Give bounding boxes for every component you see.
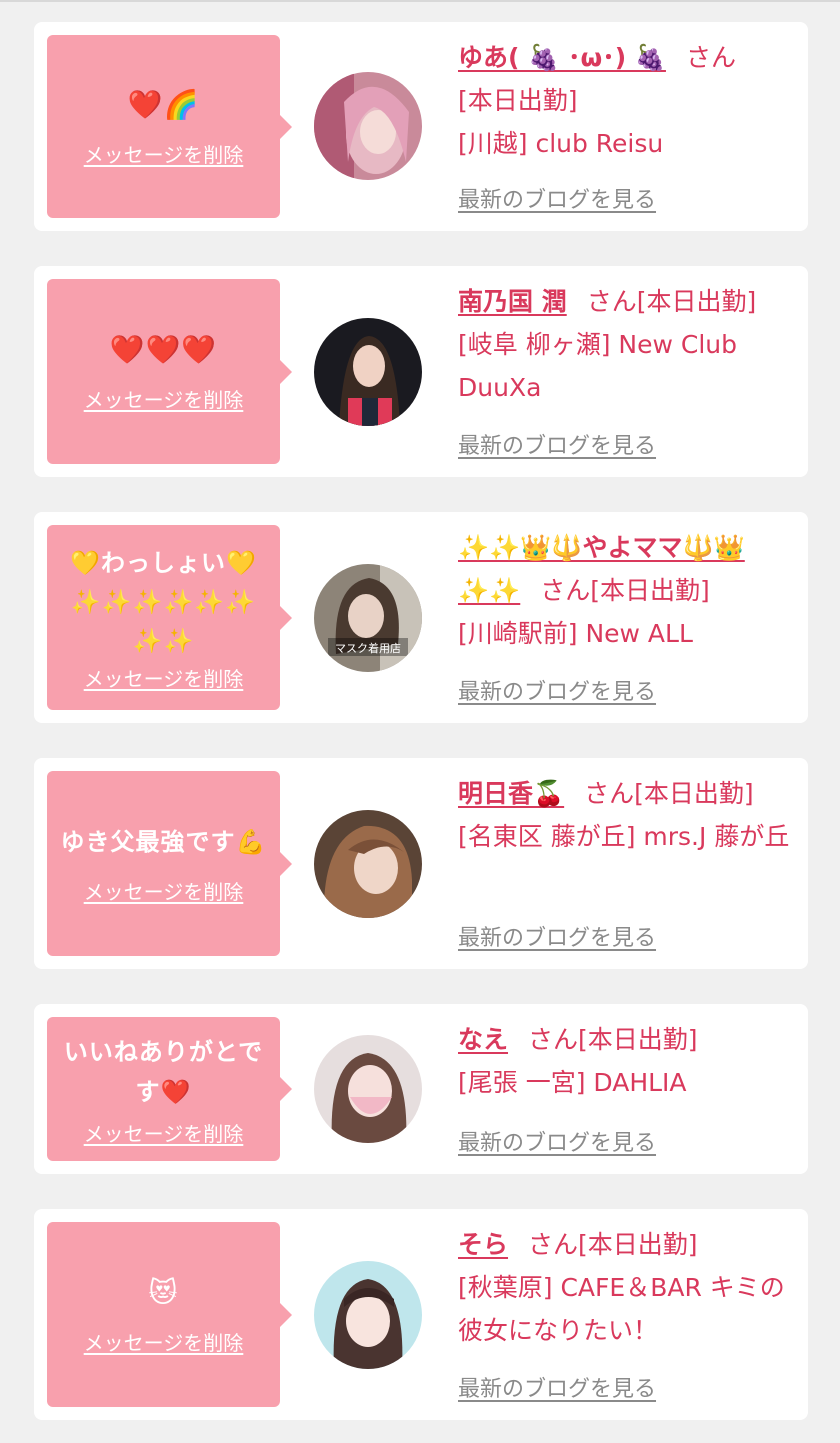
- blog-link[interactable]: 最新のブログを見る: [458, 182, 656, 214]
- list-item: 💛わっしょい💛✨✨✨✨✨✨✨✨ メッセージを削除 マスク着用店 ✨✨👑🔱やよママ…: [34, 512, 808, 723]
- honorific: さん: [528, 1230, 579, 1259]
- message-text: 💛わっしょい💛✨✨✨✨✨✨✨✨: [70, 548, 257, 655]
- blog-link[interactable]: 最新のブログを見る: [458, 428, 656, 460]
- profile-info: そら さん[本日出勤] [秋葉原] CAFE＆BAR キミの彼女になりたい！: [458, 1223, 798, 1352]
- message-text: 😻: [148, 1276, 179, 1309]
- avatar-photo-icon: [314, 72, 422, 180]
- shop-text: [秋葉原] CAFE＆BAR キミの彼女になりたい！: [458, 1273, 785, 1345]
- status-badge: [本日出勤]: [458, 86, 578, 115]
- status-badge: [本日出勤]: [590, 576, 710, 605]
- blog-link[interactable]: 最新のブログを見る: [458, 674, 656, 706]
- blog-link[interactable]: 最新のブログを見る: [458, 1371, 656, 1403]
- status-badge: [本日出勤]: [578, 1230, 698, 1259]
- profile-name-link[interactable]: そら: [458, 1230, 508, 1259]
- list-item: ゆき父最強です💪 メッセージを削除 明日香🍒 さん[本日出勤] [名東区 藤が丘]…: [34, 758, 808, 969]
- message-text: ❤️❤️❤️: [109, 333, 218, 366]
- shop-text: [尾張 一宮] DAHLIA: [458, 1068, 687, 1097]
- avatar[interactable]: [314, 1035, 422, 1143]
- shop-text: [川越] club Reisu: [458, 129, 664, 158]
- honorific: さん: [584, 779, 635, 808]
- message-list: ❤️🌈 メッセージを削除 ゆあ( 🍇 ･ω･) 🍇 さん [本日出勤] [川越] …: [34, 22, 808, 1443]
- delete-message-button[interactable]: メッセージを削除: [84, 663, 244, 692]
- avatar-photo-icon: [314, 1035, 422, 1143]
- message-bubble: ❤️🌈 メッセージを削除: [47, 35, 292, 218]
- shop-text: [川崎駅前] New ALL: [458, 619, 693, 648]
- avatar[interactable]: マスク着用店: [314, 564, 422, 672]
- honorific: さん: [528, 1025, 579, 1054]
- blog-link[interactable]: 最新のブログを見る: [458, 1125, 656, 1157]
- status-badge: [本日出勤]: [634, 779, 754, 808]
- list-item: ❤️❤️❤️ メッセージを削除 南乃国 潤さん[本日出勤] [岐阜 柳ヶ瀬] N…: [34, 266, 808, 477]
- profile-name-link[interactable]: 南乃国 潤: [458, 287, 567, 316]
- profile-info: なえ さん[本日出勤] [尾張 一宮] DAHLIA: [458, 1018, 798, 1104]
- blog-link[interactable]: 最新のブログを見る: [458, 920, 656, 952]
- profile-name-link[interactable]: 明日香🍒: [458, 779, 564, 808]
- avatar[interactable]: [314, 1261, 422, 1369]
- honorific: さん: [586, 287, 637, 316]
- shop-text: [名東区 藤が丘] mrs.J 藤が丘: [458, 822, 790, 851]
- message-bubble: ❤️❤️❤️ メッセージを削除: [47, 279, 292, 464]
- delete-message-button[interactable]: メッセージを削除: [84, 876, 244, 905]
- svg-text:マスク着用店: マスク着用店: [335, 641, 401, 655]
- avatar-photo-icon: [314, 1261, 422, 1369]
- avatar-photo-icon: マスク着用店: [314, 564, 422, 672]
- message-bubble: 😻 メッセージを削除: [47, 1222, 292, 1407]
- status-badge: [本日出勤]: [578, 1025, 698, 1054]
- message-text: いいねありがとです❤️: [63, 1037, 264, 1106]
- profile-info: 明日香🍒 さん[本日出勤] [名東区 藤が丘] mrs.J 藤が丘: [458, 772, 798, 858]
- list-item: 😻 メッセージを削除 そら さん[本日出勤] [秋葉原] CAFE＆BAR キミの…: [34, 1209, 808, 1420]
- honorific: さん: [685, 43, 736, 72]
- message-text: ゆき父最強です💪: [60, 828, 267, 856]
- honorific: さん: [540, 576, 591, 605]
- avatar-photo-icon: [314, 318, 422, 426]
- delete-message-button[interactable]: メッセージを削除: [84, 139, 244, 168]
- profile-info: ゆあ( 🍇 ･ω･) 🍇 さん [本日出勤] [川越] club Reisu: [458, 36, 798, 165]
- delete-message-button[interactable]: メッセージを削除: [84, 384, 244, 413]
- message-bubble: いいねありがとです❤️ メッセージを削除: [47, 1017, 292, 1161]
- message-bubble: ゆき父最強です💪 メッセージを削除: [47, 771, 292, 956]
- profile-info: 南乃国 潤さん[本日出勤] [岐阜 柳ヶ瀬] New Club DuuXa: [458, 280, 798, 409]
- avatar[interactable]: [314, 810, 422, 918]
- list-item: いいねありがとです❤️ メッセージを削除 なえ さん[本日出勤] [尾張 一宮] …: [34, 1004, 808, 1174]
- avatar[interactable]: [314, 318, 422, 426]
- profile-info: ✨✨👑🔱やよママ🔱👑✨✨ さん[本日出勤] [川崎駅前] New ALL: [458, 526, 798, 655]
- top-divider: [0, 0, 840, 2]
- status-badge: [本日出勤]: [636, 287, 757, 316]
- avatar[interactable]: [314, 72, 422, 180]
- delete-message-button[interactable]: メッセージを削除: [84, 1118, 244, 1147]
- shop-text: [岐阜 柳ヶ瀬] New Club DuuXa: [458, 330, 737, 402]
- profile-name-link[interactable]: ゆあ( 🍇 ･ω･) 🍇: [458, 43, 666, 72]
- profile-name-link[interactable]: なえ: [458, 1025, 508, 1054]
- avatar-photo-icon: [314, 810, 422, 918]
- list-item: ❤️🌈 メッセージを削除 ゆあ( 🍇 ･ω･) 🍇 さん [本日出勤] [川越] …: [34, 22, 808, 231]
- message-bubble: 💛わっしょい💛✨✨✨✨✨✨✨✨ メッセージを削除: [47, 525, 292, 710]
- message-text: ❤️🌈: [127, 88, 200, 121]
- delete-message-button[interactable]: メッセージを削除: [84, 1327, 244, 1356]
